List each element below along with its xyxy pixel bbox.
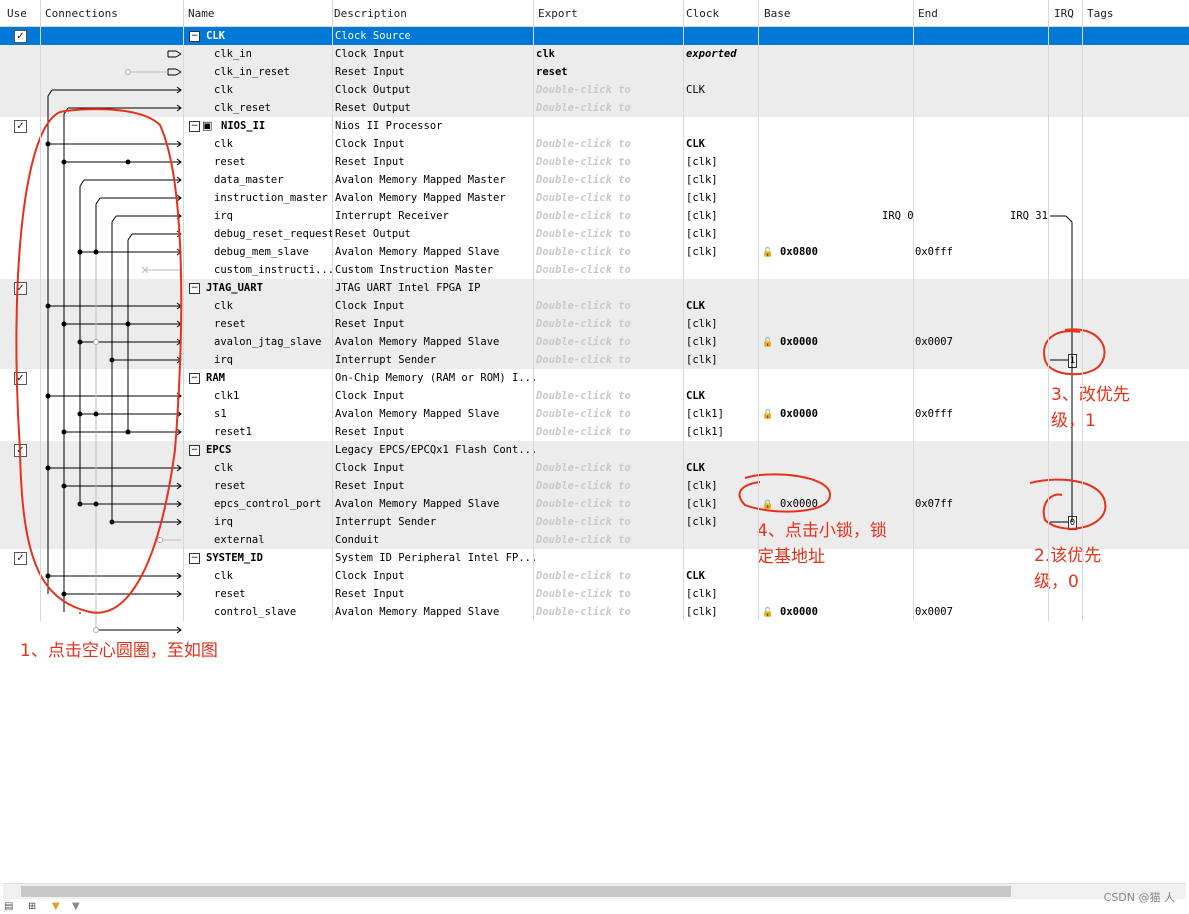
annotation-3: 3、改优先级，1 [1051,385,1130,431]
connection-dot[interactable] [93,411,99,417]
annotation-2: 2.该优先级，0 [1034,546,1102,592]
connection-dot[interactable] [61,321,67,327]
connection-wire [175,50,182,55]
column-divider [533,0,534,621]
connection-wire [175,68,182,73]
open-connection-circle[interactable] [157,537,163,543]
column-divider [1048,0,1049,621]
open-connection-circle[interactable] [93,339,99,345]
annotation-loop-2 [1029,478,1107,530]
connection-dot[interactable] [45,573,51,579]
annotation-loop-1 [15,108,183,614]
column-divider [913,0,914,621]
connection-wire [175,53,182,58]
funnel-icon[interactable]: ▼ [52,901,60,912]
connection-dot[interactable] [61,483,67,489]
connection-dot[interactable] [77,339,83,345]
bottom-toolbar: ▤ ⊞ ▼ ▼ [0,899,1189,914]
clear-filter-icon[interactable]: ▼ [72,901,80,912]
column-divider [1082,0,1083,621]
connection-dot[interactable] [125,159,131,165]
connection-wire [1065,215,1073,223]
connection-wire [111,215,117,223]
connections-graph[interactable] [0,0,1189,914]
annotation-1: 1、点击空心圆圈，至如图 [20,641,218,661]
connection-dot[interactable] [61,159,67,165]
connection-wire [79,179,85,187]
connection-dot[interactable] [45,141,51,147]
connection-dot[interactable] [109,519,115,525]
connection-dot[interactable] [125,321,131,327]
connection-wire [127,233,133,241]
connection-wire [47,89,53,97]
column-divider [183,0,184,621]
horizontal-scrollbar[interactable] [3,883,1186,899]
column-divider [683,0,684,621]
connection-dot[interactable] [93,249,99,255]
filter-icon[interactable]: ▤ [4,901,13,912]
connection-dot[interactable] [45,465,51,471]
hierarchy-icon[interactable]: ⊞ [28,901,36,912]
annotation-loop-3 [1043,328,1106,376]
column-divider [40,0,41,621]
connection-dot[interactable] [109,357,115,363]
annotation-loop-4 [738,473,832,513]
connection-wire [175,71,182,76]
watermark: CSDN @猫 人 [1103,891,1175,904]
connection-dot[interactable] [93,501,99,507]
open-connection-circle[interactable] [93,627,99,633]
connection-dot[interactable] [45,303,51,309]
column-divider [332,0,333,621]
connection-dot[interactable] [77,501,83,507]
connection-wire [95,197,101,205]
annotation-4: 4、点击小锁，锁定基地址 [757,521,887,567]
connection-dot[interactable] [61,591,67,597]
connection-dot[interactable] [125,429,131,435]
connection-dot[interactable] [77,411,83,417]
connection-dot[interactable] [61,429,67,435]
connection-dot[interactable] [45,393,51,399]
scrollbar-thumb[interactable] [21,886,1011,897]
open-connection-circle[interactable] [125,69,131,75]
connection-dot[interactable] [77,249,83,255]
column-divider [758,0,759,621]
